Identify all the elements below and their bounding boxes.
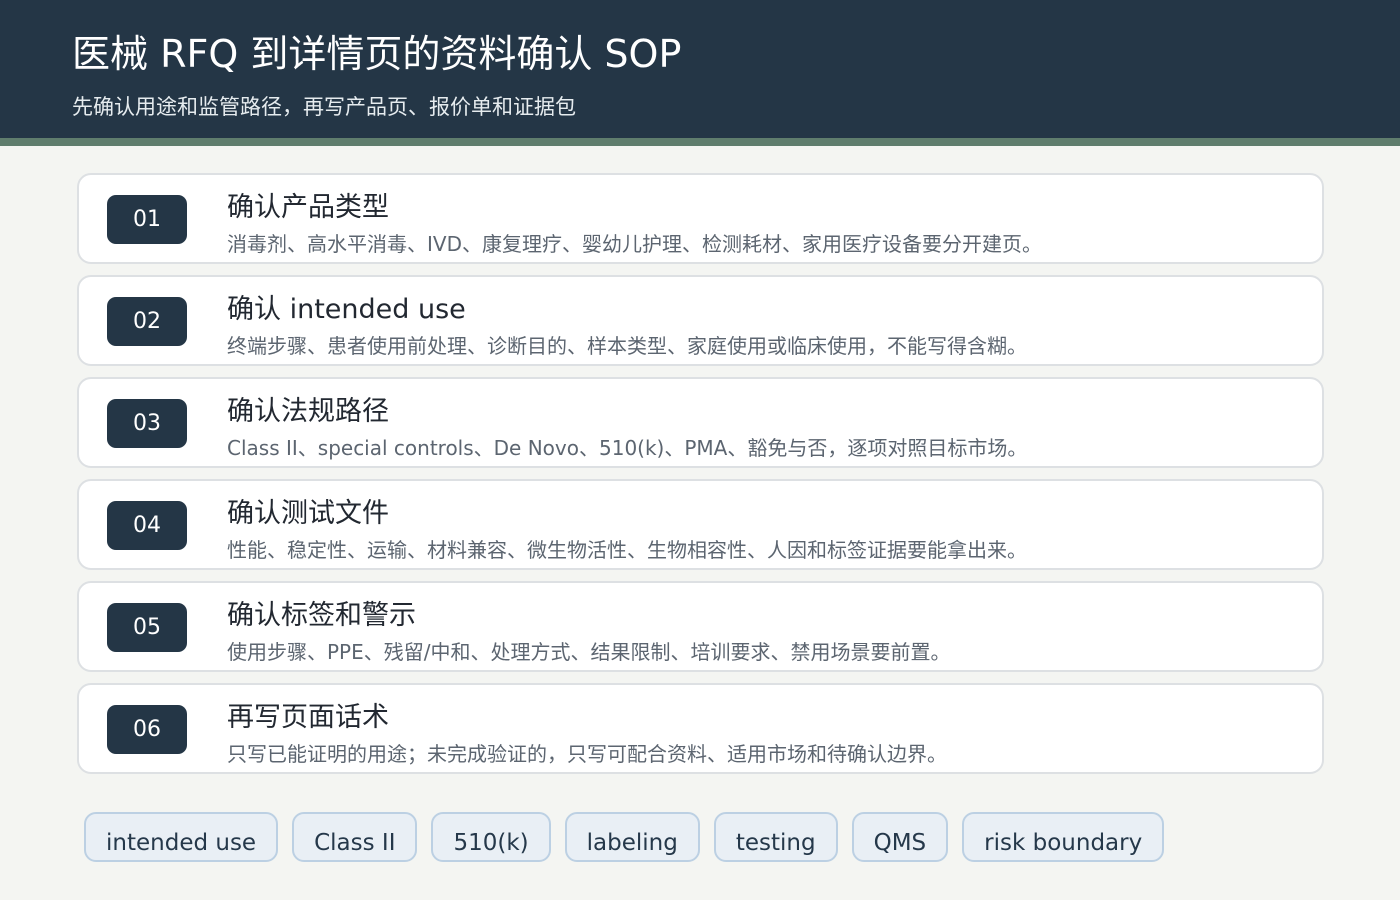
step-title: 再写页面话术 [227, 702, 389, 733]
page-subtitle: 先确认用途和监管路径，再写产品页、报价单和证据包 [72, 95, 576, 119]
step-title: 确认法规路径 [227, 396, 389, 427]
keyword-tag-row: intended use Class II 510(k) labeling te… [84, 812, 1165, 862]
step-description: 使用步骤、PPE、残留/中和、处理方式、结果限制、培训要求、禁用场景要前置。 [227, 640, 951, 664]
step-card-01: 01 确认产品类型 消毒剂、高水平消毒、IVD、康复理疗、婴幼儿护理、检测耗材、… [77, 173, 1324, 264]
page-title: 医械 RFQ 到详情页的资料确认 SOP [72, 32, 682, 76]
step-description: 消毒剂、高水平消毒、IVD、康复理疗、婴幼儿护理、检测耗材、家用医疗设备要分开建… [227, 232, 1042, 256]
step-description: 终端步骤、患者使用前处理、诊断目的、样本类型、家庭使用或临床使用，不能写得含糊。 [227, 334, 1027, 358]
step-card-03: 03 确认法规路径 Class II、special controls、De N… [77, 377, 1324, 468]
step-card-05: 05 确认标签和警示 使用步骤、PPE、残留/中和、处理方式、结果限制、培训要求… [77, 581, 1324, 672]
tag-labeling: labeling [564, 812, 700, 862]
step-title: 确认标签和警示 [227, 600, 416, 631]
page-header: 医械 RFQ 到详情页的资料确认 SOP 先确认用途和监管路径，再写产品页、报价… [0, 0, 1400, 138]
step-title: 确认测试文件 [227, 498, 389, 529]
step-number-badge: 06 [107, 705, 187, 754]
tag-class-ii: Class II [292, 812, 418, 862]
step-card-04: 04 确认测试文件 性能、稳定性、运输、材料兼容、微生物活性、生物相容性、人因和… [77, 479, 1324, 570]
tag-510k: 510(k) [431, 812, 551, 862]
step-title: 确认 intended use [227, 294, 466, 325]
step-number-badge: 05 [107, 603, 187, 652]
step-number-badge: 02 [107, 297, 187, 346]
tag-testing: testing [713, 812, 838, 862]
step-number-badge: 01 [107, 195, 187, 244]
step-number-badge: 03 [107, 399, 187, 448]
header-accent-stripe [0, 138, 1400, 146]
step-card-02: 02 确认 intended use 终端步骤、患者使用前处理、诊断目的、样本类… [77, 275, 1324, 366]
step-list: 01 确认产品类型 消毒剂、高水平消毒、IVD、康复理疗、婴幼儿护理、检测耗材、… [77, 173, 1324, 785]
step-description: Class II、special controls、De Novo、510(k)… [227, 436, 1028, 460]
tag-intended-use: intended use [84, 812, 279, 862]
tag-risk-boundary: risk boundary [962, 812, 1165, 862]
tag-qms: QMS [851, 812, 949, 862]
step-title: 确认产品类型 [227, 192, 389, 223]
step-description: 只写已能证明的用途；未完成验证的，只写可配合资料、适用市场和待确认边界。 [227, 742, 947, 766]
step-description: 性能、稳定性、运输、材料兼容、微生物活性、生物相容性、人因和标签证据要能拿出来。 [227, 538, 1027, 562]
step-number-badge: 04 [107, 501, 187, 550]
step-card-06: 06 再写页面话术 只写已能证明的用途；未完成验证的，只写可配合资料、适用市场和… [77, 683, 1324, 774]
